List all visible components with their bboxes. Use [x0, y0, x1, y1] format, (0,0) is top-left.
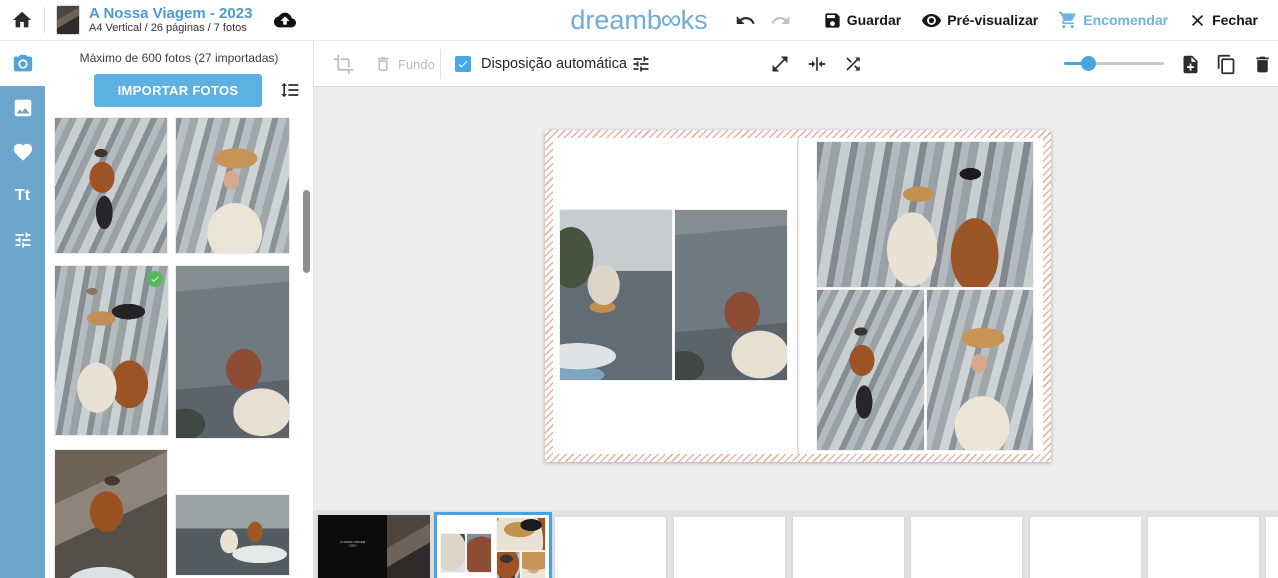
page-thumb-empty[interactable] [793, 517, 904, 578]
project-subtitle: A4 Vertical / 26 páginas / 7 fotos [89, 22, 252, 35]
tab-layouts[interactable] [0, 86, 45, 130]
camera-icon [12, 53, 34, 75]
mini-photo [467, 534, 491, 572]
logo-text: dreamb [570, 5, 662, 36]
top-bar-actions: Guardar Pré-visualizar Encomendar Fechar [735, 0, 1268, 40]
heart-icon [12, 141, 34, 163]
auto-layout-checkbox[interactable] [455, 56, 471, 72]
close-label: Fechar [1212, 12, 1258, 28]
delete-page-icon[interactable] [1252, 41, 1273, 87]
photo-thumbnail-couple-with-boat[interactable] [176, 495, 289, 575]
page-thumb-empty[interactable] [555, 517, 666, 578]
logo-text: ks [681, 5, 708, 36]
cover-title-text: A NOSSA VIAGEM - 2023 - [335, 541, 370, 548]
eye-icon [921, 10, 942, 31]
page-thumb-empty[interactable] [1030, 517, 1141, 578]
save-icon [823, 11, 842, 30]
sidebar-tabs: Tt [0, 41, 45, 578]
photo-thumbnail-woman-lakeside[interactable] [176, 266, 289, 438]
layout-settings-icon[interactable] [631, 41, 651, 87]
top-bar: A Nossa Viagem - 2023 A4 Vertical / 26 p… [0, 0, 1278, 41]
zoom-slider-knob[interactable] [1081, 56, 1096, 71]
spread-photo-woman-lakeside[interactable] [675, 210, 787, 380]
order-button[interactable]: Encomendar [1048, 0, 1178, 40]
photo-thumbnail-man-in-boat-cave[interactable] [55, 450, 167, 578]
auto-layout-label: Disposição automática [481, 56, 627, 72]
page-thumb-cover[interactable]: A NOSSA VIAGEM - 2023 - [318, 515, 430, 578]
panel-scrollbar[interactable] [303, 190, 310, 273]
undo-icon[interactable] [735, 10, 756, 31]
cover-title-line2: - 2023 - [335, 545, 370, 549]
photo-thumbnail-woman-hat-portrait[interactable] [176, 118, 289, 253]
editor-toolbar: Fundo Disposição automática [314, 41, 1278, 87]
photos-panel: Máximo de 600 fotos (27 importadas) IMPO… [45, 41, 314, 578]
mini-photo [497, 518, 545, 550]
swap-diagonal-icon[interactable] [770, 41, 790, 87]
zoom-slider[interactable] [1064, 41, 1164, 87]
duplicate-page-icon[interactable] [1216, 41, 1237, 87]
collapse-horizontal-icon[interactable] [807, 41, 827, 87]
sort-icon[interactable] [280, 80, 300, 100]
project-titles: A Nossa Viagem - 2023 A4 Vertical / 26 p… [89, 5, 252, 35]
save-button[interactable]: Guardar [813, 0, 911, 40]
background-label: Fundo [398, 57, 435, 72]
spread-photo-woman-hat-portrait[interactable] [927, 290, 1033, 450]
close-button[interactable]: Fechar [1178, 0, 1268, 40]
spread-photo-woman-reaching-from-boat[interactable] [560, 210, 672, 380]
photo-limit-text: Máximo de 600 fotos (27 importadas) [45, 51, 313, 65]
tab-favorites[interactable] [0, 130, 45, 174]
preview-button[interactable]: Pré-visualizar [911, 0, 1048, 40]
project-thumbnail [57, 6, 79, 34]
page-thumb-empty[interactable] [1266, 517, 1278, 578]
save-label: Guardar [847, 12, 901, 28]
photo-used-badge [147, 271, 163, 287]
photo-thumbnail-man-leaning-rocks[interactable] [55, 118, 167, 253]
cover-photo [387, 515, 430, 578]
cloud-sync-icon [270, 9, 300, 31]
add-page-icon[interactable] [1180, 41, 1201, 87]
preview-label: Pré-visualizar [947, 12, 1038, 28]
crop-icon[interactable] [333, 41, 354, 87]
divider [44, 7, 45, 33]
home-icon[interactable] [0, 9, 44, 31]
auto-layout-toggle[interactable]: Disposição automática [455, 41, 627, 87]
canvas-area [314, 87, 1278, 510]
shuffle-photos-icon[interactable] [843, 41, 863, 87]
spread-photo-man-leaning-rocks[interactable] [817, 290, 924, 450]
delete-background-button[interactable]: Fundo [374, 41, 435, 87]
trash-outline-icon [374, 55, 392, 73]
logo-infinity-glyph: ∞ [661, 6, 682, 35]
order-label: Encomendar [1083, 12, 1168, 28]
page-thumb-empty[interactable] [1148, 517, 1259, 578]
pages-strip: A NOSSA VIAGEM - 2023 - [314, 510, 1278, 578]
page-thumb-empty[interactable] [674, 517, 785, 578]
tab-settings[interactable] [0, 218, 45, 262]
import-photos-button[interactable]: IMPORTAR FOTOS [94, 74, 262, 107]
project-title: A Nossa Viagem - 2023 [89, 5, 252, 22]
spread-pages [553, 138, 1043, 454]
photo-thumbnail-selfie-couple[interactable] [55, 266, 168, 435]
mini-photo [441, 534, 465, 572]
toolbar-divider [440, 49, 441, 79]
tab-photos[interactable] [0, 41, 45, 86]
close-icon [1188, 11, 1207, 30]
page-thumb-current-spread[interactable] [434, 512, 552, 578]
tab-text[interactable]: Tt [0, 174, 45, 218]
page-thumb-empty[interactable] [911, 517, 1022, 578]
redo-icon[interactable] [770, 10, 791, 31]
spread-fold-line [797, 138, 800, 454]
cart-icon [1058, 10, 1078, 30]
book-spread[interactable] [545, 130, 1051, 462]
top-bar-left: A Nossa Viagem - 2023 A4 Vertical / 26 p… [0, 0, 300, 40]
mini-photo [497, 552, 520, 578]
mini-photo [522, 552, 545, 578]
image-icon [12, 97, 34, 119]
text-icon: Tt [15, 187, 30, 205]
sliders-icon [13, 230, 33, 250]
spread-photo-couple-marble-quarry[interactable] [817, 142, 1033, 287]
